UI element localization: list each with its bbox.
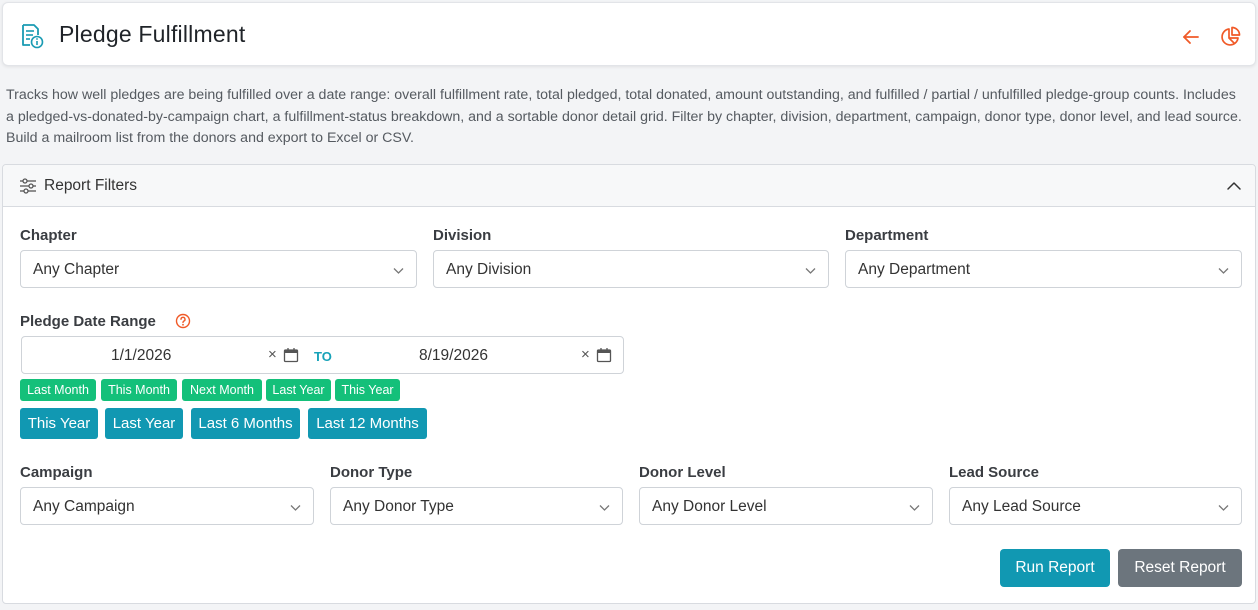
donor-type-label: Donor Type — [330, 464, 413, 481]
campaign-select[interactable]: Any Campaign — [20, 487, 314, 525]
date-from-input[interactable]: 1/1/2026 — [111, 347, 171, 365]
reset-report-button[interactable]: Reset Report — [1118, 549, 1242, 587]
date-to-clear[interactable]: × — [581, 346, 590, 363]
department-select-value: Any Department — [858, 261, 970, 278]
pie-chart-icon[interactable] — [1219, 26, 1241, 48]
division-select[interactable]: Any Division — [433, 250, 829, 288]
pledge-date-range-picker: 1/1/2026 × TO 8/19/2026 × — [21, 336, 624, 374]
question-circle-icon[interactable] — [175, 313, 191, 329]
date-to-input[interactable]: 8/19/2026 — [419, 347, 488, 365]
lead-source-select-value: Any Lead Source — [962, 498, 1081, 515]
date-from-clear[interactable]: × — [268, 346, 277, 363]
department-select[interactable]: Any Department — [845, 250, 1242, 288]
report-info-icon — [22, 24, 44, 49]
donor-level-select-value: Any Donor Level — [652, 498, 767, 515]
page-header: Pledge Fulfillment — [2, 2, 1256, 66]
donor-level-label: Donor Level — [639, 464, 726, 481]
calendar-icon[interactable] — [283, 347, 299, 363]
report-filters-title: Report Filters — [44, 177, 138, 194]
campaign-label: Campaign — [20, 464, 93, 481]
chevron-down-icon — [393, 268, 404, 274]
report-description: Tracks how well pledges are being fulfil… — [6, 87, 1242, 146]
calendar-icon[interactable] — [596, 347, 612, 363]
page-title: Pledge Fulfillment — [59, 21, 246, 47]
arrow-left-icon[interactable] — [1181, 27, 1201, 47]
chevron-up-icon[interactable] — [1226, 178, 1242, 194]
donor-type-select[interactable]: Any Donor Type — [330, 487, 623, 525]
quick-last-6-months-button[interactable]: Last 6 Months — [191, 408, 300, 439]
chip-next-month[interactable]: Next Month — [182, 379, 262, 401]
chip-last-month[interactable]: Last Month — [20, 379, 96, 401]
chevron-down-icon — [290, 505, 301, 511]
sliders-icon — [20, 178, 36, 194]
chevron-down-icon — [599, 505, 610, 511]
lead-source-select[interactable]: Any Lead Source — [949, 487, 1242, 525]
date-range-to-label: TO — [314, 349, 332, 364]
quick-last-12-months-button[interactable]: Last 12 Months — [308, 408, 427, 439]
chapter-select-value: Any Chapter — [33, 261, 120, 278]
division-select-value: Any Division — [446, 261, 532, 278]
division-label: Division — [433, 227, 492, 244]
report-filters-toggle[interactable]: Report Filters — [3, 165, 1255, 207]
donor-type-select-value: Any Donor Type — [343, 498, 454, 515]
chip-last-year[interactable]: Last Year — [266, 379, 331, 401]
chip-this-year[interactable]: This Year — [335, 379, 400, 401]
pledge-date-range-label: Pledge Date Range — [20, 313, 156, 330]
run-report-button[interactable]: Run Report — [1000, 549, 1110, 587]
chevron-down-icon — [1218, 268, 1229, 274]
chapter-select[interactable]: Any Chapter — [20, 250, 417, 288]
quick-last-year-button[interactable]: Last Year — [105, 408, 183, 439]
chip-this-month[interactable]: This Month — [101, 379, 177, 401]
department-label: Department — [845, 227, 929, 244]
campaign-select-value: Any Campaign — [33, 498, 135, 515]
report-filters-panel: Report Filters Chapter Any Chapter Divis… — [2, 164, 1256, 604]
donor-level-select[interactable]: Any Donor Level — [639, 487, 933, 525]
chevron-down-icon — [1218, 505, 1229, 511]
chevron-down-icon — [909, 505, 920, 511]
quick-this-year-button[interactable]: This Year — [20, 408, 98, 439]
lead-source-label: Lead Source — [949, 464, 1040, 481]
chevron-down-icon — [805, 268, 816, 274]
chapter-label: Chapter — [20, 227, 77, 244]
